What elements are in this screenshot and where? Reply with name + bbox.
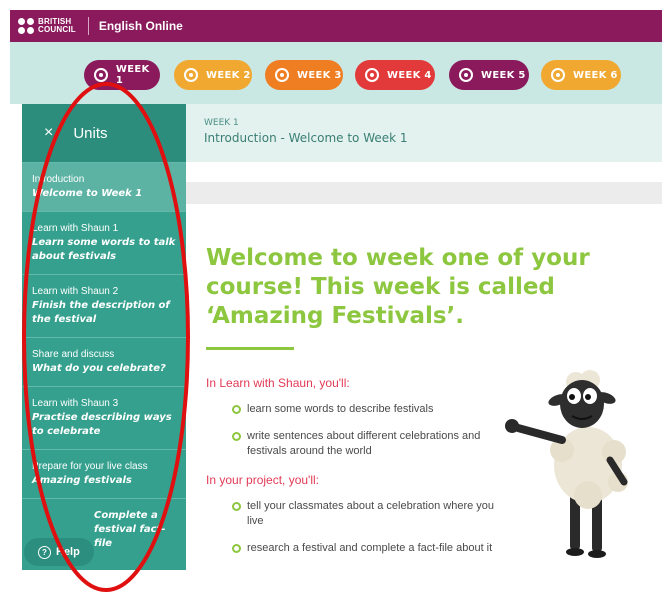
breadcrumb: WEEK 1 Introduction - Welcome to Week 1 [186,104,662,162]
tab-label: WEEK 4 [387,69,432,81]
unit-title: Amazing festivals [32,475,132,486]
breadcrumb-title: Introduction - Welcome to Week 1 [204,131,408,145]
sidebar-item-introduction[interactable]: Introduction Welcome to Week 1 [22,162,186,211]
breadcrumb-week: WEEK 1 [204,118,239,128]
sidebar-item-learn-with-shaun-2[interactable]: Learn with Shaun 2 Finish the descriptio… [22,274,186,337]
sidebar-item-share-and-discuss[interactable]: Share and discuss What do you celebrate? [22,337,186,386]
help-label: Help [56,546,80,558]
help-button[interactable]: ? Help [24,538,94,566]
unit-category: Learn with Shaun 2 [32,286,119,297]
sidebar-title: Units [73,124,108,142]
sidebar-item-learn-with-shaun-1[interactable]: Learn with Shaun 1 Learn some words to t… [22,211,186,274]
help-icon: ? [38,545,51,559]
shaun-the-sheep-illustration [505,370,628,558]
tab-label: WEEK 2 [206,69,251,81]
app-title: English Online [98,19,183,33]
bullet-circle-icon [232,502,241,511]
week-icon [551,68,565,82]
header-divider [87,17,89,35]
sidebar-item-learn-with-shaun-3[interactable]: Learn with Shaun 3 Practise describing w… [22,386,186,449]
week-icon [459,68,473,82]
unit-title: Welcome to Week 1 [32,188,143,199]
headline-underline [206,347,294,350]
units-sidebar: × Units Introduction Welcome to Week 1 L… [22,104,186,570]
tab-label: WEEK 5 [481,69,526,81]
bullet-circle-icon [232,405,241,414]
list-item: research a festival and complete a fact-… [232,541,512,557]
unit-title: Finish the description of the festival [32,300,170,325]
unit-category: Share and discuss [32,349,115,360]
week-icon [94,68,108,82]
tab-week-4[interactable]: WEEK 4 [355,60,435,90]
week-icon [365,68,379,82]
unit-title: What do you celebrate? [32,363,166,374]
tab-label: WEEK 3 [297,69,342,81]
tab-label: WEEK 1 [115,64,150,86]
content-divider-bar [186,182,662,204]
page-headline: Welcome to week one of your course! This… [206,245,590,329]
tab-label: WEEK 6 [573,69,618,81]
list-item: learn some words to describe festivals [232,402,512,417]
bullet-text: research a festival and complete a fact-… [247,542,493,554]
week-icon [184,68,198,82]
bullet-circle-icon [232,544,241,553]
unit-category: Learn with Shaun 3 [32,398,119,409]
bullet-text: tell your classmates about a celebration… [247,500,495,527]
tab-week-5[interactable]: WEEK 5 [449,60,529,90]
british-council-logo[interactable]: BRITISH COUNCIL [18,18,76,34]
sidebar-item-prepare-live-class[interactable]: Prepare for your live class Amazing fest… [22,449,186,498]
close-icon[interactable]: × [44,124,53,142]
list-item: tell your classmates about a celebration… [232,499,512,529]
unit-category: Prepare for your live class [32,461,148,472]
bullet-text: learn some words to describe festivals [247,403,434,415]
logo-dots-icon [18,18,34,34]
unit-category: Learn with Shaun 1 [32,223,119,234]
top-bar: BRITISH COUNCIL English Online [10,10,662,42]
unit-title: Practise describing ways to celebrate [32,412,172,437]
list-item: write sentences about different celebrat… [232,429,512,459]
bullet-circle-icon [232,432,241,441]
logo-line-2: COUNCIL [38,25,76,34]
sidebar-header: × Units [22,104,186,162]
tab-week-3[interactable]: WEEK 3 [265,60,343,90]
tab-week-1[interactable]: WEEK 1 [84,60,160,90]
bullet-text: write sentences about different celebrat… [247,430,481,457]
unit-title: Learn some words to talk about festivals [32,237,176,262]
tab-week-2[interactable]: WEEK 2 [174,60,252,90]
week-icon [275,68,289,82]
unit-category: Introduction [32,174,85,185]
tab-week-6[interactable]: WEEK 6 [541,60,621,90]
week-tab-bar: WEEK 1 WEEK 2 WEEK 3 WEEK 4 WEEK 5 WEEK … [10,42,662,104]
